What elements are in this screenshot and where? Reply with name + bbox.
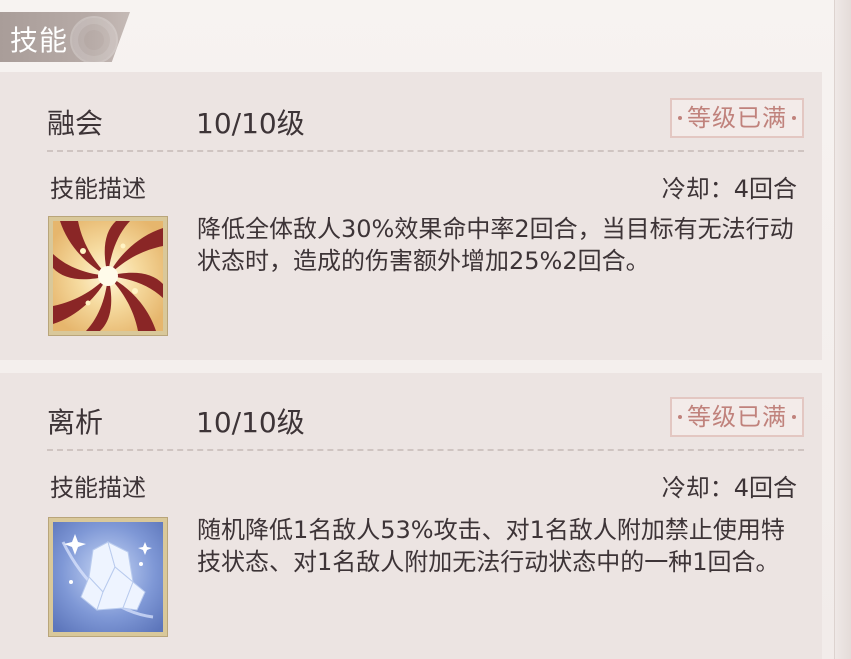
panel-border bbox=[834, 0, 851, 659]
skill-name: 离析 bbox=[47, 406, 104, 439]
skill-desc-label: 技能描述 bbox=[50, 474, 146, 502]
skill-card: 融会 10/10级 等级已满 技能描述 冷却：4回合 降低全体敌人30%效果命中… bbox=[0, 72, 822, 360]
skill-card: 离析 10/10级 等级已满 技能描述 冷却：4回合 随机降低1名敌人53%攻击… bbox=[0, 373, 822, 659]
section-title: 技能 bbox=[10, 24, 69, 57]
skill-cooldown: 冷却：4回合 bbox=[661, 175, 797, 203]
divider bbox=[47, 150, 804, 152]
skill-desc-label: 技能描述 bbox=[50, 175, 146, 203]
skill-cooldown: 冷却：4回合 bbox=[661, 474, 797, 502]
skill-description: 随机降低1名敌人53%攻击、对1名敌人附加禁止使用特技状态、对1名敌人附加无法行… bbox=[197, 516, 785, 576]
skill-description: 降低全体敌人30%效果命中率2回合，当目标有无法行动状态时，造成的伤害额外增加2… bbox=[197, 215, 794, 275]
skill-panel: 技能 融会 10/10级 等级已满 技能描述 冷却：4回合 降低全体敌人30%效… bbox=[0, 0, 851, 659]
divider bbox=[47, 449, 804, 451]
skill-level: 10/10级 bbox=[196, 406, 305, 439]
skill-name: 融会 bbox=[47, 107, 104, 140]
rose-decoration-icon bbox=[70, 16, 118, 62]
skill-level: 10/10级 bbox=[196, 107, 305, 140]
level-max-badge: 等级已满 bbox=[670, 98, 804, 138]
crystal-icon bbox=[48, 517, 168, 637]
swirl-icon bbox=[48, 216, 168, 336]
level-max-badge: 等级已满 bbox=[670, 397, 804, 437]
